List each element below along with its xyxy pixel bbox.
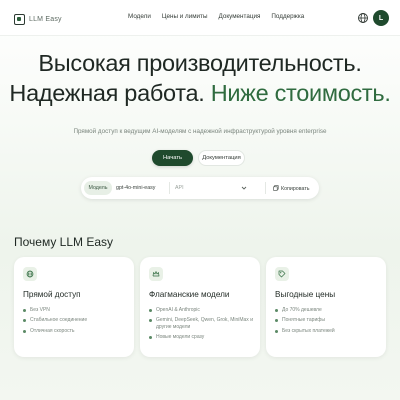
copy-label: Копировать: [281, 186, 310, 192]
top-header: LLM Easy Модели Цены и лимиты Документац…: [0, 0, 400, 36]
copy-button[interactable]: Копировать: [273, 185, 310, 192]
nav-link-docs[interactable]: Документация: [218, 13, 260, 20]
card-feature-list: Без VPN Стабильное соединение Отличная с…: [23, 307, 87, 338]
card-title: Выгодные цены: [275, 290, 336, 299]
nav-link-pricing[interactable]: Цены и лимиты: [162, 13, 208, 20]
card-title: Прямой доступ: [23, 290, 81, 299]
documentation-button[interactable]: Документация: [198, 150, 245, 166]
divider: [169, 182, 170, 194]
language-globe-icon[interactable]: [357, 12, 369, 24]
feature-card-direct-access: Прямой доступ Без VPN Стабильное соедине…: [14, 257, 134, 357]
card-feature-list: До 70% дешевле Понятные тарифы Без скрыт…: [275, 307, 335, 338]
nav-link-support[interactable]: Поддержка: [271, 13, 304, 20]
list-item: Понятные тарифы: [275, 317, 335, 323]
globe-icon: [23, 267, 37, 281]
hero-title-line1: Высокая производительность.: [38, 50, 362, 76]
feature-card-pricing: Выгодные цены До 70% дешевле Понятные та…: [266, 257, 386, 357]
list-item: Стабильное соединение: [23, 317, 87, 323]
list-item: Gemini, DeepSeek, Qwen, Grok, MiniMax и …: [149, 317, 253, 330]
api-select-value[interactable]: API: [175, 185, 184, 191]
hero-title-line2: Надежная работа. Ниже стоимость.: [0, 80, 400, 107]
card-feature-list: OpenAI & Anthropic Gemini, DeepSeek, Qwe…: [149, 307, 253, 345]
copy-icon: [273, 185, 279, 191]
model-tab-pill[interactable]: Модель: [84, 181, 112, 195]
tag-icon: [275, 267, 289, 281]
logo-mark-icon: [14, 13, 25, 25]
list-item: OpenAI & Anthropic: [149, 307, 253, 313]
list-item: Без скрытых платежей: [275, 328, 335, 334]
card-title: Флагманские модели: [149, 290, 230, 299]
section-title: Почему LLM Easy: [14, 235, 114, 249]
user-avatar[interactable]: L: [373, 10, 389, 26]
divider: [265, 182, 266, 194]
nav-link-models[interactable]: Модели: [128, 13, 151, 20]
feature-card-flagship-models: Флагманские модели OpenAI & Anthropic Ge…: [140, 257, 260, 357]
hero-title-plain: Надежная работа.: [9, 80, 211, 106]
hero-subtitle: Прямой доступ к ведущим AI-моделям с над…: [73, 128, 327, 135]
model-config-bar: Модель gpt-4o-mini-easy API Копировать: [81, 177, 319, 199]
chevron-down-icon[interactable]: [241, 185, 247, 191]
list-item: Без VPN: [23, 307, 87, 313]
main-nav: Модели Цены и лимиты Документация Поддер…: [128, 13, 304, 20]
list-item: Новые модели сразу: [149, 334, 253, 340]
crown-icon: [149, 267, 163, 281]
logo[interactable]: LLM Easy: [14, 11, 62, 27]
hero-title-accent: Ниже стоимость.: [210, 80, 391, 106]
list-item: До 70% дешевле: [275, 307, 335, 313]
logo-text: LLM Easy: [29, 15, 62, 23]
start-button[interactable]: Начать: [152, 150, 193, 166]
model-name-value[interactable]: gpt-4o-mini-easy: [116, 185, 155, 191]
list-item: Отличная скорость: [23, 328, 87, 334]
